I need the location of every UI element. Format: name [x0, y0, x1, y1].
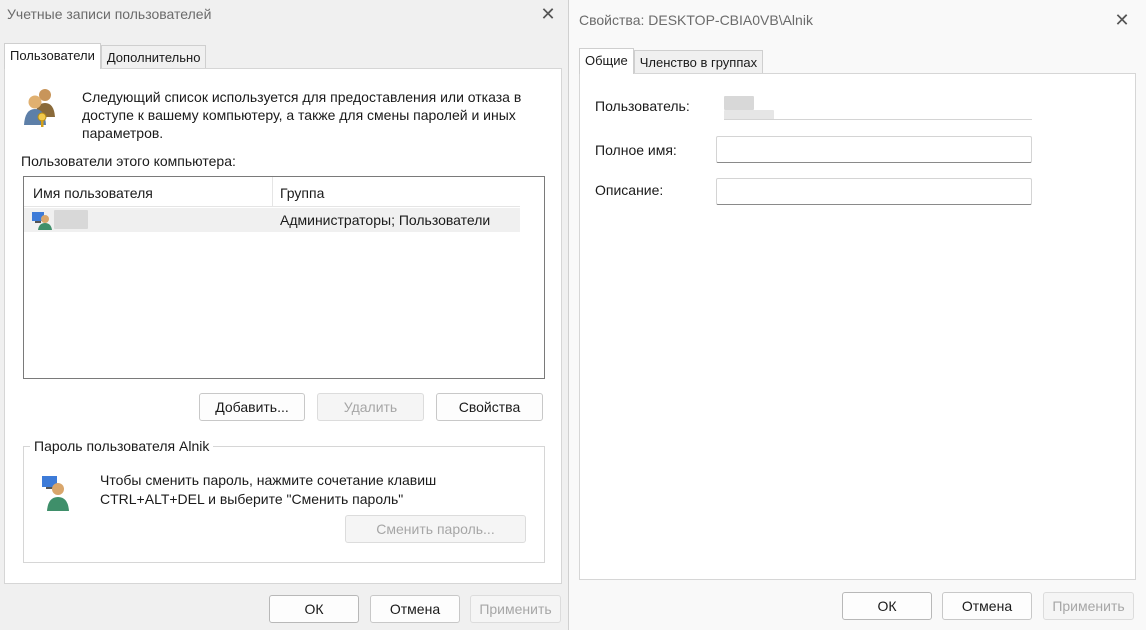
tab-group-membership[interactable]: Членство в группах: [633, 50, 764, 73]
apply-button[interactable]: Применить: [1043, 592, 1134, 620]
password-hint: Чтобы сменить пароль, нажмите сочетание …: [100, 471, 436, 509]
properties-window: Свойства: DESKTOP-CBIA0VB\Alnik ✕ Общие …: [568, 0, 1146, 630]
tab-strip: Общие Членство в группах: [579, 48, 764, 74]
user-password-icon: [42, 476, 69, 511]
description-field[interactable]: [716, 178, 1032, 205]
blurred-username: [724, 96, 754, 110]
row-group: Администраторы; Пользователи: [280, 212, 491, 228]
column-header-group[interactable]: Группа: [280, 185, 324, 201]
list-header: Имя пользователя Группа: [24, 177, 520, 207]
user-accounts-window: Учетные записи пользователей ✕ Пользоват…: [0, 0, 568, 630]
password-hint-line2: CTRL+ALT+DEL и выберите "Сменить пароль": [100, 491, 404, 507]
user-account-icon: [32, 212, 52, 230]
users-section-label: Пользователи этого компьютера:: [21, 153, 236, 169]
window-title: Свойства: DESKTOP-CBIA0VB\Alnik: [579, 12, 813, 28]
cancel-button[interactable]: Отмена: [942, 592, 1032, 620]
column-header-username[interactable]: Имя пользователя: [33, 185, 153, 201]
password-group-title: Пароль пользователя Alnik: [30, 438, 214, 454]
title-bar: Учетные записи пользователей ✕: [0, 0, 568, 30]
info-text: Следующий список используется для предос…: [82, 89, 522, 141]
cancel-button[interactable]: Отмена: [370, 595, 460, 623]
apply-button[interactable]: Применить: [470, 595, 561, 623]
window-title: Учетные записи пользователей: [7, 6, 212, 22]
tab-strip: Пользователи Дополнительно: [4, 43, 207, 69]
close-icon[interactable]: ✕: [538, 4, 558, 24]
user-label: Пользователь:: [595, 98, 690, 114]
tab-advanced[interactable]: Дополнительно: [100, 45, 207, 68]
tab-users[interactable]: Пользователи: [4, 43, 101, 69]
description-label: Описание:: [595, 182, 664, 198]
fullname-label: Полное имя:: [595, 142, 677, 158]
ok-button[interactable]: ОК: [269, 595, 359, 623]
properties-button[interactable]: Свойства: [436, 393, 543, 421]
field-underline: [724, 119, 1032, 120]
tab-panel: Пользователь: Полное имя: Описание:: [579, 73, 1136, 580]
fullname-field[interactable]: [716, 136, 1032, 163]
username-value: [716, 93, 1032, 120]
close-icon[interactable]: ✕: [1112, 10, 1132, 30]
tab-general[interactable]: Общие: [579, 48, 634, 74]
users-icon: [24, 89, 55, 127]
tab-panel: Следующий список используется для предос…: [4, 68, 562, 584]
column-divider: [272, 177, 273, 207]
title-bar: Свойства: DESKTOP-CBIA0VB\Alnik ✕: [569, 0, 1146, 30]
password-hint-line1: Чтобы сменить пароль, нажмите сочетание …: [100, 472, 437, 488]
remove-button[interactable]: Удалить: [317, 393, 424, 421]
users-list[interactable]: Имя пользователя Группа Администраторы; …: [23, 176, 545, 379]
blurred-username: [54, 210, 88, 229]
table-row[interactable]: Администраторы; Пользователи: [24, 208, 520, 232]
password-group: Пароль пользователя Alnik Чтобы сменить …: [23, 438, 545, 563]
ok-button[interactable]: ОК: [842, 592, 932, 620]
add-button[interactable]: Добавить...: [199, 393, 305, 421]
change-password-button[interactable]: Сменить пароль...: [345, 515, 526, 543]
